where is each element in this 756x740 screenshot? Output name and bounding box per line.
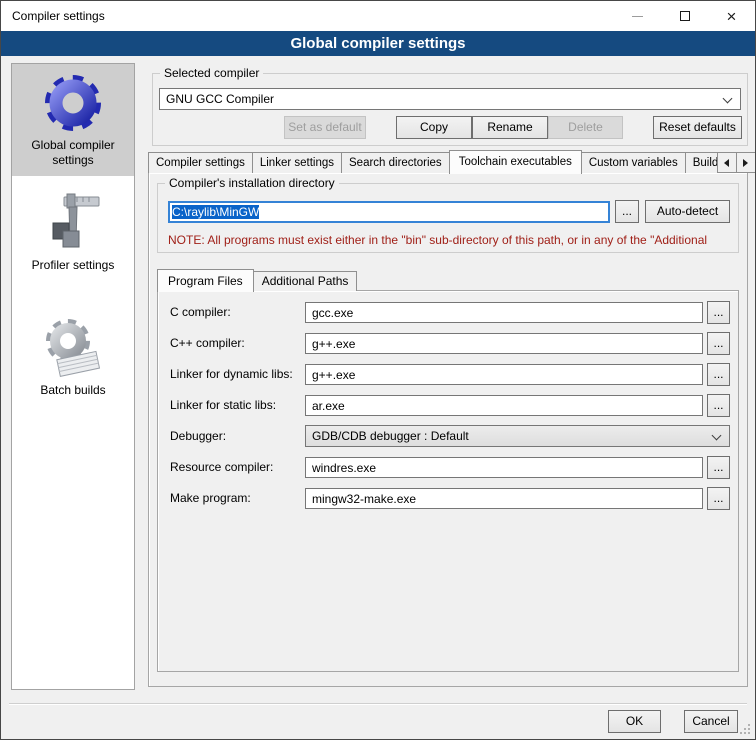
compiler-settings-dialog: Compiler settings × Global compiler sett… [0,0,756,740]
field-row-c-compiler: C compiler: gcc.exe ... [170,301,730,323]
field-label: Resource compiler: [170,460,305,474]
title-bar[interactable]: Compiler settings × [1,1,755,31]
browse-button[interactable]: ... [707,394,730,417]
tab-program-files[interactable]: Program Files [157,269,254,292]
settings-category-list: Global compiler settings Profiler settin… [11,63,135,690]
note-text: NOTE: All programs must exist either in … [168,233,737,247]
copy-button[interactable]: Copy [396,116,472,139]
auto-detect-button[interactable]: Auto-detect [645,200,730,223]
tab-scroll-right-button[interactable] [736,152,756,173]
maximize-icon [680,11,690,21]
field-label: Make program: [170,491,305,505]
tab-additional-paths[interactable]: Additional Paths [253,271,358,291]
program-files-page: C compiler: gcc.exe ... C++ compiler: g+… [157,290,739,672]
selected-compiler-group: Selected compiler GNU GCC Compiler Set a… [152,73,748,146]
browse-button[interactable]: ... [707,301,730,324]
chevron-down-icon [712,431,722,441]
sidebar-item-profiler-settings[interactable]: Profiler settings [12,184,134,281]
settings-tab-bar: Compiler settings Linker settings Search… [148,149,755,173]
close-button[interactable]: × [708,1,755,31]
field-label: C++ compiler: [170,336,305,350]
browse-directory-button[interactable]: ... [615,200,639,223]
tab-build-options-clipped[interactable]: Build [685,152,718,173]
reset-defaults-button[interactable]: Reset defaults [653,116,742,139]
set-as-default-button[interactable]: Set as default [284,116,366,139]
rename-button[interactable]: Rename [472,116,548,139]
tab-linker-settings[interactable]: Linker settings [252,152,342,173]
minimize-button[interactable] [614,1,661,31]
debugger-select[interactable]: GDB/CDB debugger : Default [305,425,730,447]
caliper-icon [40,190,106,256]
cpp-compiler-input[interactable]: g++.exe [305,333,703,354]
gray-gear-stack-icon [40,315,106,381]
tab-search-directories[interactable]: Search directories [341,152,450,173]
field-label: C compiler: [170,305,305,319]
delete-button[interactable]: Delete [548,116,623,139]
field-row-cpp-compiler: C++ compiler: g++.exe ... [170,332,730,354]
static-linker-input[interactable]: ar.exe [305,395,703,416]
maximize-button[interactable] [661,1,708,31]
group-legend: Selected compiler [160,66,263,80]
group-legend: Compiler's installation directory [165,176,339,190]
browse-button[interactable]: ... [707,363,730,386]
toolchain-executables-page: Compiler's installation directory C:\ray… [148,172,748,687]
close-icon: × [727,8,737,25]
blue-gear-icon [40,70,106,136]
browse-button[interactable]: ... [707,332,730,355]
field-row-static-linker: Linker for static libs: ar.exe ... [170,394,730,416]
footer-divider [9,703,747,705]
compiler-select-value: GNU GCC Compiler [166,92,274,106]
tab-scroll-left-button[interactable] [717,152,737,173]
chevron-down-icon [723,94,733,104]
field-row-resource-compiler: Resource compiler: windres.exe ... [170,456,730,478]
installation-directory-group: Compiler's installation directory C:\ray… [157,183,739,253]
resize-grip[interactable] [748,732,750,734]
triangle-right-icon [743,159,748,167]
debugger-select-value: GDB/CDB debugger : Default [312,429,469,443]
window-title: Compiler settings [1,9,105,23]
make-program-input[interactable]: mingw32-make.exe [305,488,703,509]
page-title: Global compiler settings [1,31,755,56]
triangle-left-icon [724,159,729,167]
minimize-icon [632,16,643,17]
browse-button[interactable]: ... [707,456,730,479]
field-label: Linker for static libs: [170,398,305,412]
compiler-select[interactable]: GNU GCC Compiler [159,88,741,110]
browse-button[interactable]: ... [707,487,730,510]
sidebar-item-batch-builds[interactable]: Batch builds [12,309,134,406]
field-row-dynamic-linker: Linker for dynamic libs: g++.exe ... [170,363,730,385]
sidebar-item-label: Batch builds [14,383,132,398]
selected-text: C:\raylib\MinGW [172,205,259,219]
installation-directory-input[interactable]: C:\raylib\MinGW [168,201,610,223]
c-compiler-input[interactable]: gcc.exe [305,302,703,323]
tab-custom-variables[interactable]: Custom variables [581,152,686,173]
field-row-make-program: Make program: mingw32-make.exe ... [170,487,730,509]
sidebar-item-label: Profiler settings [14,258,132,273]
sidebar-item-label: Global compiler settings [14,138,132,168]
program-files-tab-bar: Program Files Additional Paths [157,268,356,291]
cancel-button[interactable]: Cancel [684,710,738,733]
tab-toolchain-executables[interactable]: Toolchain executables [449,150,582,174]
field-label: Debugger: [170,429,305,443]
field-label: Linker for dynamic libs: [170,367,305,381]
sidebar-item-global-compiler-settings[interactable]: Global compiler settings [12,64,134,176]
resource-compiler-input[interactable]: windres.exe [305,457,703,478]
dynamic-linker-input[interactable]: g++.exe [305,364,703,385]
ok-button[interactable]: OK [608,710,661,733]
tab-compiler-settings[interactable]: Compiler settings [148,152,253,173]
field-row-debugger: Debugger: GDB/CDB debugger : Default [170,425,730,447]
